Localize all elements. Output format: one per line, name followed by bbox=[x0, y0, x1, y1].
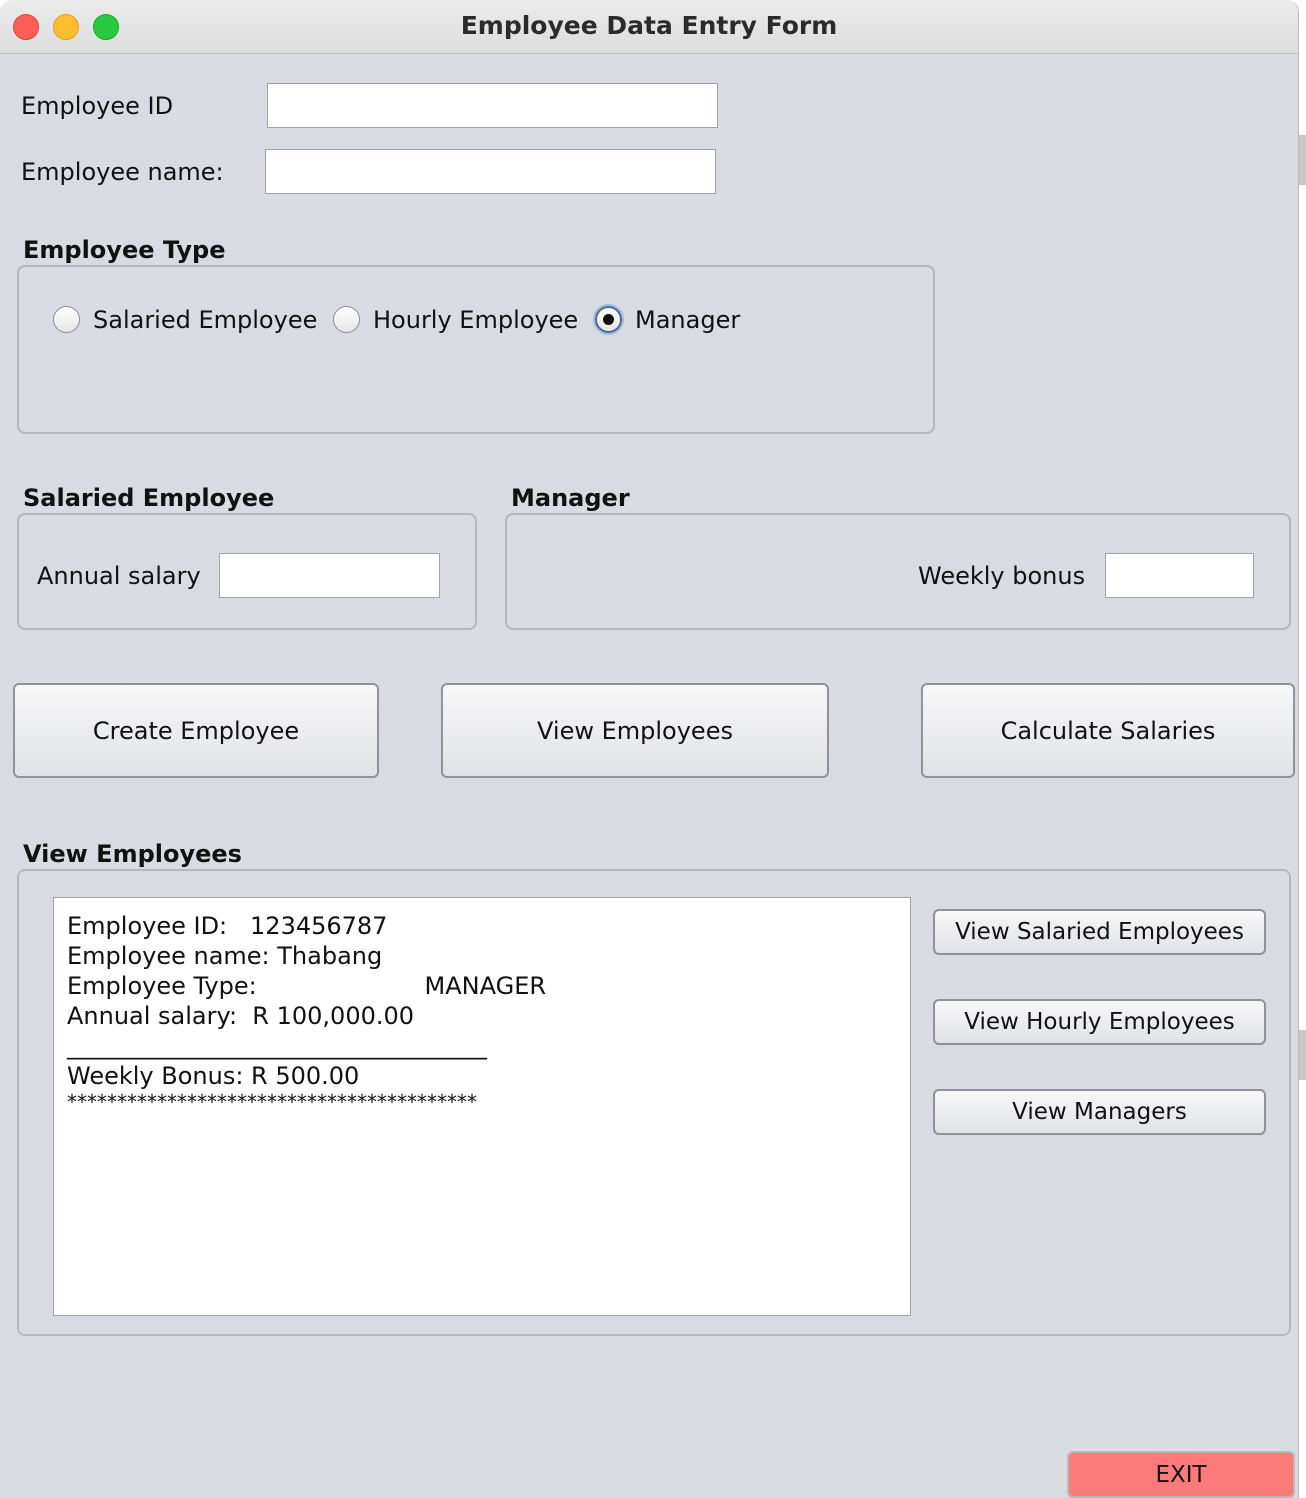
radio-manager[interactable] bbox=[595, 306, 622, 333]
radio-hourly-employee-label[interactable]: Hourly Employee bbox=[373, 306, 578, 334]
output-line-type: Employee Type: MANAGER bbox=[67, 972, 547, 1000]
window-title: Employee Data Entry Form bbox=[460, 11, 838, 40]
background-window-fragment bbox=[1299, 135, 1306, 185]
background-window-fragment bbox=[1299, 1030, 1306, 1080]
output-line-name: Employee name: Thabang bbox=[67, 942, 383, 970]
employee-id-label: Employee ID bbox=[21, 92, 174, 120]
employee-output-textarea[interactable]: Employee ID: 123456787 Employee name: Th… bbox=[53, 897, 911, 1316]
output-line-id: Employee ID: 123456787 bbox=[67, 912, 388, 940]
radio-salaried-employee[interactable] bbox=[53, 306, 80, 333]
view-employees-button[interactable]: View Employees bbox=[441, 683, 829, 778]
view-salaried-employees-button[interactable]: View Salaried Employees bbox=[933, 909, 1266, 955]
weekly-bonus-input[interactable] bbox=[1105, 553, 1254, 598]
view-employees-heading: View Employees bbox=[23, 840, 242, 868]
annual-salary-label: Annual salary bbox=[37, 562, 201, 590]
background-window-edge bbox=[1299, 0, 1306, 1498]
weekly-bonus-label: Weekly bonus bbox=[918, 562, 1086, 590]
employee-id-input[interactable] bbox=[267, 83, 718, 128]
output-line-separator: ___________________________________ bbox=[67, 1032, 487, 1060]
radio-manager-label[interactable]: Manager bbox=[635, 306, 740, 334]
manager-heading: Manager bbox=[511, 484, 630, 512]
output-line-bonus: Weekly Bonus: R 500.00 bbox=[67, 1062, 360, 1090]
salaried-employee-heading: Salaried Employee bbox=[23, 484, 275, 512]
title-bar: Employee Data Entry Form bbox=[0, 0, 1298, 54]
employee-name-input[interactable] bbox=[265, 149, 716, 194]
view-managers-button[interactable]: View Managers bbox=[933, 1089, 1266, 1135]
exit-button[interactable]: EXIT bbox=[1067, 1451, 1295, 1498]
create-employee-button[interactable]: Create Employee bbox=[13, 683, 379, 778]
employee-name-label: Employee name: bbox=[21, 158, 224, 186]
calculate-salaries-button[interactable]: Calculate Salaries bbox=[921, 683, 1295, 778]
employee-type-heading: Employee Type bbox=[23, 236, 226, 264]
app-window: Employee Data Entry Form Employee ID Emp… bbox=[0, 0, 1299, 1498]
output-line-stars: ****************************************… bbox=[67, 1090, 477, 1114]
radio-hourly-employee[interactable] bbox=[333, 306, 360, 333]
annual-salary-input[interactable] bbox=[219, 553, 440, 598]
output-line-salary: Annual salary: R 100,000.00 bbox=[67, 1002, 415, 1030]
view-hourly-employees-button[interactable]: View Hourly Employees bbox=[933, 999, 1266, 1045]
employee-type-group bbox=[17, 265, 935, 434]
radio-selected-dot bbox=[603, 314, 614, 325]
radio-salaried-employee-label[interactable]: Salaried Employee bbox=[93, 306, 317, 334]
